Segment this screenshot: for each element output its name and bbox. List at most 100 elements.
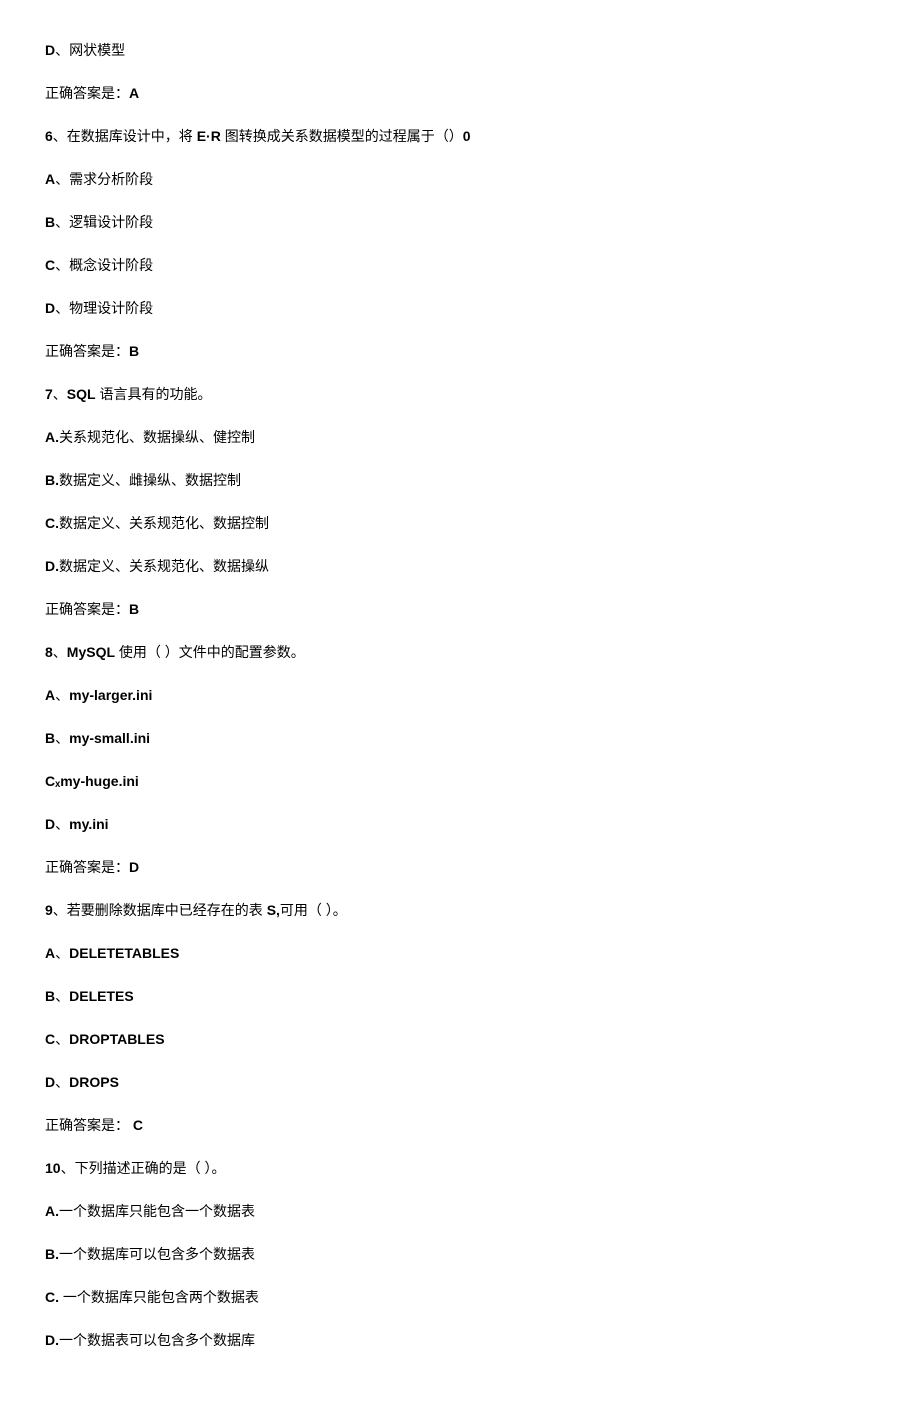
text-segment: 、 — [53, 386, 67, 402]
text-line: 9、若要删除数据库中已经存在的表 S,可用（ ）。 — [45, 900, 875, 921]
text-segment: B — [45, 214, 55, 230]
text-segment: 可用（ ）。 — [280, 902, 347, 918]
text-line: 正确答案是： C — [45, 1115, 875, 1136]
text-segment: C. — [45, 515, 59, 531]
text-line: Cₓmy-huge.ini — [45, 771, 875, 792]
text-segment: 、网状模型 — [55, 42, 125, 58]
text-segment: 正确答案是： — [45, 601, 129, 617]
text-segment: 、 — [53, 644, 67, 660]
text-line: 正确答案是：B — [45, 341, 875, 362]
text-segment: 、需求分析阶段 — [55, 171, 153, 187]
text-segment: D — [129, 859, 139, 875]
text-line: B、逻辑设计阶段 — [45, 212, 875, 233]
text-segment: 数据定义、关系规范化、数据操纵 — [59, 558, 269, 574]
text-line: 正确答案是：B — [45, 599, 875, 620]
text-segment: MySQL — [67, 644, 115, 660]
text-segment: D — [45, 42, 55, 58]
text-segment: 、 — [55, 816, 69, 832]
text-segment: B. — [45, 1246, 59, 1262]
text-segment: 正确答案是： — [45, 1117, 133, 1133]
text-segment: 、 — [55, 730, 69, 746]
text-segment: 9 — [45, 902, 53, 918]
text-segment: A — [45, 171, 55, 187]
text-segment: my-small.ini — [69, 730, 150, 746]
text-segment: 、 — [55, 945, 69, 961]
text-line: C、概念设计阶段 — [45, 255, 875, 276]
text-segment: DELETES — [69, 988, 134, 1004]
text-segment: my.ini — [69, 816, 108, 832]
text-segment: 语言具有的功能。 — [96, 386, 212, 402]
text-segment: B — [129, 601, 139, 617]
text-segment: 使用（ ）文件中的配置参数。 — [115, 644, 305, 660]
text-segment: B. — [45, 472, 59, 488]
text-segment: 、 — [55, 1031, 69, 1047]
text-segment: 一个数据库只能包含两个数据表 — [59, 1289, 259, 1305]
text-segment: 一个数据表可以包含多个数据库 — [59, 1332, 255, 1348]
text-line: B、my-small.ini — [45, 728, 875, 749]
text-line: B.数据定义、雌操纵、数据控制 — [45, 470, 875, 491]
text-segment: B — [129, 343, 139, 359]
text-segment: D — [45, 300, 55, 316]
text-line: C、DROPTABLES — [45, 1029, 875, 1050]
text-segment: 、下列描述正确的是（ ）。 — [61, 1160, 226, 1176]
text-segment: 6 — [45, 128, 53, 144]
text-segment: SQL — [67, 386, 96, 402]
text-segment: DELETETABLES — [69, 945, 179, 961]
text-segment: 、 — [55, 687, 69, 703]
text-line: A.关系规范化、数据操纵、健控制 — [45, 427, 875, 448]
text-line: D.数据定义、关系规范化、数据操纵 — [45, 556, 875, 577]
text-segment: Cₓmy-huge.ini — [45, 773, 139, 789]
text-segment: C — [45, 257, 55, 273]
text-segment: B — [45, 730, 55, 746]
text-segment: 图转换成关系数据模型的过程属于（） — [221, 128, 463, 144]
text-segment: 、 — [55, 988, 69, 1004]
text-line: 7、SQL 语言具有的功能。 — [45, 384, 875, 405]
document-body: D、网状模型正确答案是：A6、在数据库设计中，将 E·R 图转换成关系数据模型的… — [45, 40, 875, 1351]
text-segment: S, — [267, 902, 280, 918]
text-segment: 数据定义、关系规范化、数据控制 — [59, 515, 269, 531]
text-segment: 正确答案是： — [45, 859, 129, 875]
text-segment: C — [45, 1031, 55, 1047]
text-line: 8、MySQL 使用（ ）文件中的配置参数。 — [45, 642, 875, 663]
text-segment: A. — [45, 1203, 59, 1219]
text-line: D.一个数据表可以包含多个数据库 — [45, 1330, 875, 1351]
text-segment: A — [129, 85, 139, 101]
text-segment: D. — [45, 558, 59, 574]
text-segment: D. — [45, 1332, 59, 1348]
text-line: B.一个数据库可以包含多个数据表 — [45, 1244, 875, 1265]
text-segment: 数据定义、雌操纵、数据控制 — [59, 472, 241, 488]
text-segment: 正确答案是： — [45, 85, 129, 101]
text-line: D、my.ini — [45, 814, 875, 835]
text-segment: 7 — [45, 386, 53, 402]
text-segment: 、概念设计阶段 — [55, 257, 153, 273]
text-segment: C. — [45, 1289, 59, 1305]
text-line: A、my-larger.ini — [45, 685, 875, 706]
text-segment: 、若要删除数据库中已经存在的表 — [53, 902, 267, 918]
text-line: 10、下列描述正确的是（ ）。 — [45, 1158, 875, 1179]
text-segment: 、 — [55, 1074, 69, 1090]
text-segment: DROPS — [69, 1074, 119, 1090]
text-segment: A — [45, 687, 55, 703]
text-segment: 0 — [463, 128, 471, 144]
text-segment: 8 — [45, 644, 53, 660]
text-segment: 10 — [45, 1160, 61, 1176]
text-line: D、DROPS — [45, 1072, 875, 1093]
text-segment: D — [45, 1074, 55, 1090]
text-line: A、DELETETABLES — [45, 943, 875, 964]
text-segment: A. — [45, 429, 59, 445]
text-line: 正确答案是：D — [45, 857, 875, 878]
text-segment: E·R — [197, 128, 221, 144]
text-segment: 一个数据库可以包含多个数据表 — [59, 1246, 255, 1262]
text-line: 正确答案是：A — [45, 83, 875, 104]
text-segment: 、物理设计阶段 — [55, 300, 153, 316]
text-segment: 、在数据库设计中，将 — [53, 128, 197, 144]
text-line: A、需求分析阶段 — [45, 169, 875, 190]
text-segment: 正确答案是： — [45, 343, 129, 359]
text-segment: B — [45, 988, 55, 1004]
text-segment: A — [45, 945, 55, 961]
text-segment: 、逻辑设计阶段 — [55, 214, 153, 230]
text-line: C. 一个数据库只能包含两个数据表 — [45, 1287, 875, 1308]
text-line: A.一个数据库只能包含一个数据表 — [45, 1201, 875, 1222]
text-segment: 一个数据库只能包含一个数据表 — [59, 1203, 255, 1219]
text-line: B、DELETES — [45, 986, 875, 1007]
